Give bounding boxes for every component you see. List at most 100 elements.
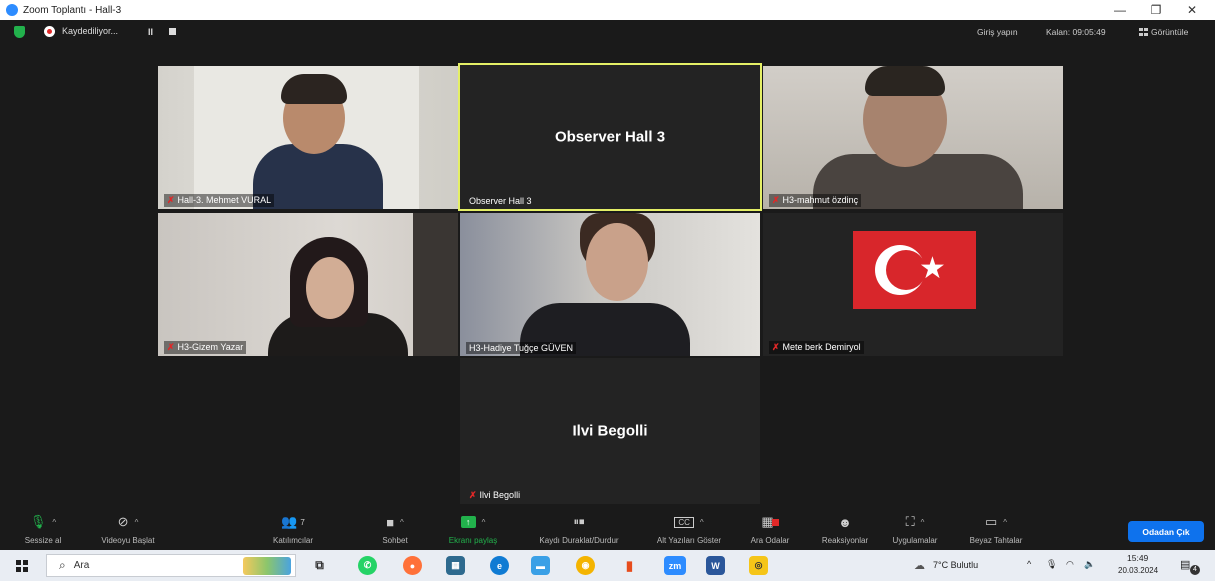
edge-icon[interactable]: e — [490, 556, 509, 575]
search-placeholder: Ara — [73, 560, 90, 571]
chevron-up-icon[interactable]: ^ — [400, 518, 404, 527]
chevron-up-icon[interactable]: ^ — [135, 518, 139, 527]
windows-taskbar: ⌕ Ara ⧉ ✆ ● ▦ e ▬ ◉ ▮ zm W ◎ ☁ 7°C Bulut… — [0, 550, 1215, 581]
chat-icon: ■ — [386, 514, 395, 530]
pause-stop-recording-button[interactable]: ⏸⏹ Kaydı Duraklat/Durdur — [524, 512, 634, 550]
video-tile-mete[interactable]: ★ ✗ Mete berk Demiryol — [763, 213, 1063, 356]
mic-muted-icon: ✗ — [167, 195, 175, 205]
participant-face — [306, 257, 354, 319]
tray-chevron-up-icon[interactable]: ^ — [1027, 559, 1031, 569]
participant-name: Observer Hall 3 — [469, 196, 532, 206]
participant-hair — [865, 66, 945, 96]
video-tile-hadiye[interactable]: H3-Hadiye Tuğçe GÜVEN — [460, 213, 760, 356]
chevron-up-icon[interactable]: ^ — [921, 518, 925, 527]
show-captions-button[interactable]: CC ^ Alt Yazıları Göster — [644, 512, 734, 550]
office-icon[interactable]: ▮ — [620, 556, 639, 575]
reactions-button[interactable]: ☻ Reaksiyonlar — [812, 512, 878, 550]
whiteboard-icon: ▭ — [984, 514, 998, 529]
volume-icon[interactable]: 🔈 — [1084, 559, 1095, 570]
close-button[interactable]: ✕ — [1174, 0, 1210, 20]
leave-room-button[interactable]: Odadan Çık — [1128, 521, 1204, 542]
participant-hair — [281, 74, 347, 104]
whiteboards-button[interactable]: ▭ ^ Beyaz Tahtalar — [958, 512, 1034, 550]
minimize-button[interactable]: — — [1102, 0, 1138, 20]
mic-muted-icon: ✗ — [167, 342, 175, 352]
apps-button[interactable]: ⛶ ^ Uygulamalar — [880, 512, 950, 550]
stop-recording-icon[interactable] — [169, 28, 176, 35]
zoom-taskbar-icon[interactable]: zm — [664, 556, 686, 575]
participant-head — [586, 223, 648, 301]
tray-mic-icon[interactable]: 🎙 — [1046, 559, 1057, 570]
security-shield-icon[interactable] — [14, 26, 25, 38]
weather-text[interactable]: 7°C Bulutlu — [933, 560, 978, 570]
view-button[interactable]: Görüntüle — [1139, 27, 1188, 37]
chevron-up-icon[interactable]: ^ — [482, 518, 486, 527]
chevron-up-icon[interactable]: ^ — [700, 518, 704, 527]
mic-muted-icon: ✗ — [469, 490, 477, 500]
firefox-icon[interactable]: ● — [403, 556, 422, 575]
microphone-icon: 🎙 — [29, 514, 47, 529]
participant-name: ✗ Mete berk Demiryol — [769, 341, 864, 354]
clock-time[interactable]: 15:49 — [1127, 553, 1148, 563]
meeting-toolbar: 🎙 ^ Sessize al ⊘ ^ Videoyu Başlat 👥 7 Katıl… — [0, 512, 1215, 550]
turkish-flag-picture: ★ — [853, 231, 976, 309]
participants-button[interactable]: 👥 7 Katılımcılar — [258, 512, 328, 550]
taskbar-search-input[interactable]: ⌕ Ara — [46, 554, 296, 577]
participants-count: 7 — [300, 517, 305, 527]
breakout-rooms-button[interactable]: ▦ Ara Odalar — [743, 512, 797, 550]
task-view-icon[interactable]: ⧉ — [310, 556, 329, 575]
video-tile-ilvi[interactable]: Ilvi Begolli ✗ Ilvi Begolli — [460, 358, 760, 504]
chrome-icon[interactable]: ◉ — [576, 556, 595, 575]
wifi-icon[interactable]: ◠ — [1066, 559, 1074, 570]
participant-name: ✗ H3-Gizem Yazar — [164, 341, 247, 354]
room-background — [413, 213, 458, 356]
video-off-icon: ⊘ — [117, 514, 129, 529]
share-screen-button[interactable]: ↑ ^ Ekranı paylaş — [440, 512, 506, 550]
chat-button[interactable]: ■ ^ Sohbet — [370, 512, 420, 550]
signin-link[interactable]: Giriş yapın — [977, 27, 1018, 37]
participants-icon: 👥 — [281, 514, 298, 529]
video-tile-gizem[interactable]: ✗ H3-Gizem Yazar — [158, 213, 458, 356]
video-tile-observer[interactable]: Observer Hall 3 Observer Hall 3 — [458, 63, 762, 211]
cloud-icon: ☁ — [914, 560, 925, 572]
video-tile-mahmut[interactable]: ✗ H3-mahmut özdinç — [763, 66, 1063, 209]
participant-big-name: Ilvi Begolli — [572, 422, 648, 440]
sticky-app-icon[interactable]: ◎ — [749, 556, 768, 575]
clock-date[interactable]: 20.03.2024 — [1118, 566, 1158, 575]
window-title: Zoom Toplantı - Hall-3 — [23, 4, 122, 16]
smiley-icon: ☻ — [838, 514, 852, 530]
recording-status: Kaydediliyor... — [62, 26, 119, 36]
chevron-up-icon[interactable]: ^ — [52, 518, 56, 527]
window-titlebar: Zoom Toplantı - Hall-3 — ❐ ✕ — [0, 0, 1215, 20]
share-screen-icon: ↑ — [460, 516, 476, 528]
participant-big-name: Observer Hall 3 — [554, 128, 666, 146]
recording-icon — [44, 26, 55, 37]
start-video-button[interactable]: ⊘ ^ Videoyu Başlat — [88, 512, 168, 550]
view-grid-icon — [1139, 28, 1148, 36]
captions-icon: CC — [674, 516, 694, 528]
zoom-app-icon — [6, 4, 18, 16]
meeting-topbar: Kaydediliyor... II Giriş yapın Kalan: 09… — [0, 20, 1215, 44]
notification-count: 4 — [1190, 565, 1200, 575]
mute-button[interactable]: 🎙 ^ Sessize al — [18, 512, 68, 550]
participant-name: H3-Hadiye Tuğçe GÜVEN — [466, 342, 577, 354]
chevron-up-icon[interactable]: ^ — [1003, 518, 1007, 527]
restore-button[interactable]: ❐ — [1138, 0, 1174, 20]
search-icon: ⌕ — [59, 558, 66, 572]
windows-start-icon[interactable] — [16, 560, 28, 572]
calculator-icon[interactable]: ▦ — [446, 556, 465, 575]
participant-name: ✗ Ilvi Begolli — [469, 490, 521, 500]
mic-muted-icon: ✗ — [772, 342, 780, 352]
notification-dot — [771, 518, 779, 526]
whatsapp-icon[interactable]: ✆ — [358, 556, 377, 575]
participant-name: ✗ Hall-3. Mehmet VURAL — [164, 194, 275, 207]
notification-center-icon[interactable]: ▤ — [1180, 558, 1190, 571]
remaining-time: Kalan: 09:05:49 — [1046, 27, 1106, 37]
video-tile-mehmet[interactable]: ✗ Hall-3. Mehmet VURAL — [158, 66, 458, 209]
mic-muted-icon: ✗ — [772, 195, 780, 205]
participant-name: ✗ H3-mahmut özdinç — [769, 194, 862, 207]
view-label: Görüntüle — [1151, 27, 1189, 37]
pause-recording-icon[interactable]: II — [148, 27, 153, 37]
explorer-icon[interactable]: ▬ — [531, 556, 550, 575]
word-icon[interactable]: W — [706, 556, 725, 575]
